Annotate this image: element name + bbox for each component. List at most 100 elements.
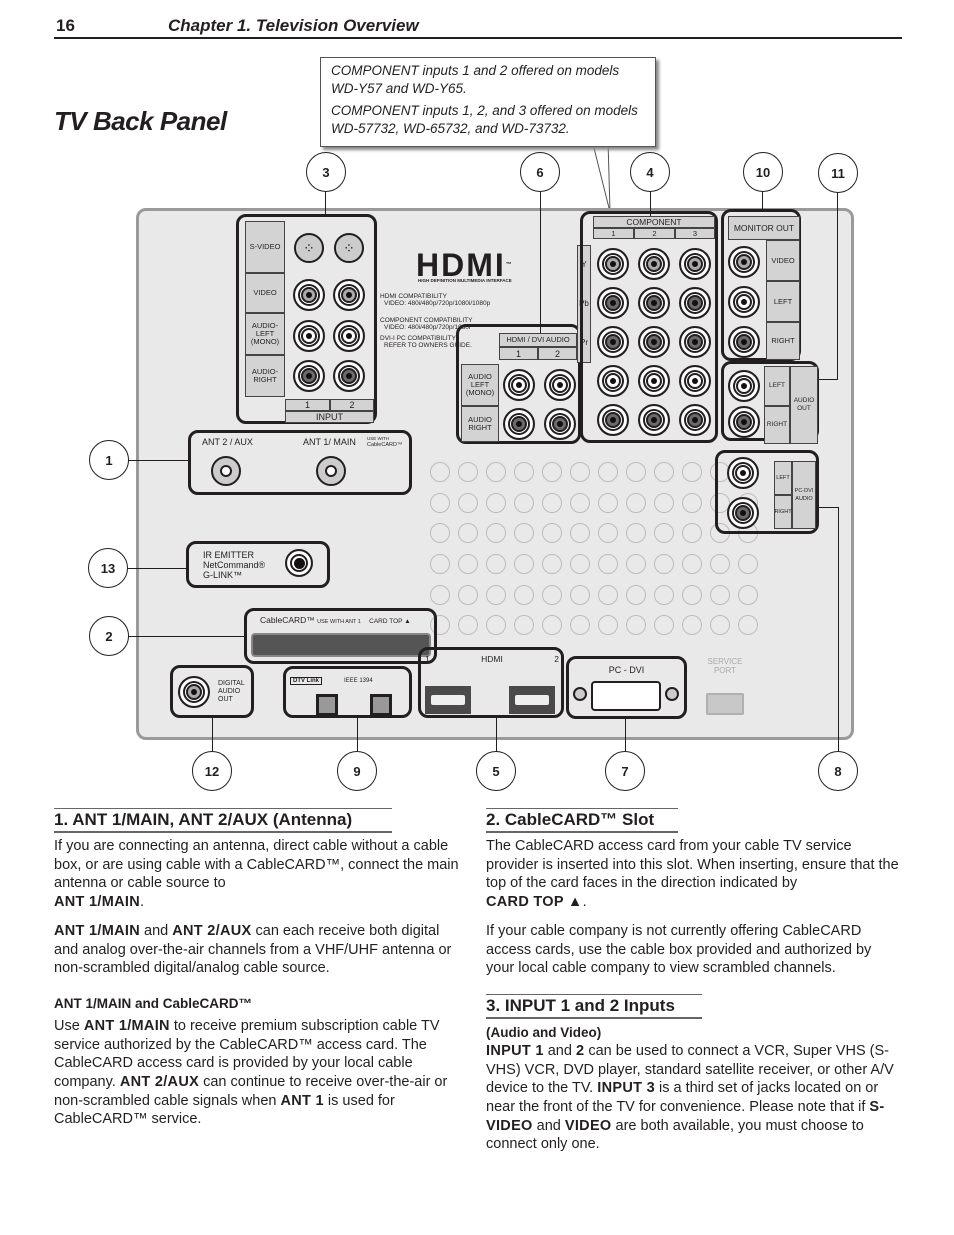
panel-title: TV Back Panel [54,106,227,136]
callout-5: 5 [476,751,516,791]
component-audio-right-jack-2[interactable] [638,404,670,436]
pc-dvi-audio-group: LEFT RIGHT PC-DVI AUDIO [715,450,819,534]
section-1-paragraph-2: ANT 1/MAIN and ANT 2/AUX can each receiv… [54,922,466,978]
hdmi-dvi-audio-left-jack-1[interactable] [503,369,535,401]
vent-hole [570,462,590,482]
vent-hole [598,492,618,513]
section-2-heading: 2. CableCARD™ Slot [486,808,678,833]
ir-emitter-jack[interactable] [285,549,313,577]
component-audio-left-jack-1[interactable] [597,365,629,397]
callout-12: 12 [192,751,232,791]
label-s-video: S-VIDEO [245,221,285,273]
leader-6 [540,190,541,345]
monitor-out-right-jack[interactable] [728,326,760,358]
hdmi-port-1[interactable] [425,686,471,714]
card-top-label: CARD TOP ▲ [369,618,411,625]
monitor-out-title: MONITOR OUT [728,216,800,240]
vent-hole [570,492,590,513]
audio-right-jack-1[interactable] [293,360,325,392]
hdmi-dvi-audio-left-label: AUDIO LEFT (MONO) [461,364,499,406]
s-video-jack-2[interactable] [334,233,364,263]
ant2-aux-connector[interactable] [211,456,241,486]
pc-dvi-port[interactable] [591,681,661,711]
antenna-group: ANT 2 / AUX ANT 1/ MAIN USE WITH CableCA… [188,430,412,495]
section-1-paragraph-3: Use ANT 1/MAIN to receive premium subscr… [54,1017,466,1129]
component-audio-right-jack-3[interactable] [679,404,711,436]
monitor-out-video-jack[interactable] [728,246,760,278]
vent-hole [626,584,646,605]
hdmi-dvi-audio-group: HDMI / DVI AUDIO 1 2 AUDIO LEFT (MONO) A… [456,324,581,444]
hdmi-port-1-number: 1 [425,654,430,664]
leader-8-v [838,507,839,752]
pc-dvi-audio-left-jack[interactable] [727,457,759,489]
audio-out-left-jack[interactable] [728,370,760,402]
leader-13 [128,568,188,569]
cablecard-label: CableCARD™ [260,615,315,625]
component-pr-jack-1[interactable] [597,326,629,358]
ant1-main-label: ANT 1/ MAIN [303,437,356,447]
component-pr-jack-3[interactable] [679,326,711,358]
component-audio-left-jack-3[interactable] [679,365,711,397]
audio-left-jack-2[interactable] [333,320,365,352]
hdmi-dvi-audio-right-jack-2[interactable] [544,408,576,440]
audio-out-right-jack[interactable] [728,406,760,438]
hdmi-dvi-audio-right-jack-1[interactable] [503,408,535,440]
s2-p1-bold: CARD TOP ▲ [486,894,583,911]
component-pr-jack-2[interactable] [638,326,670,358]
g-link-label: G-LINK™ [203,570,243,580]
component-audio-left-jack-2[interactable] [638,365,670,397]
input-footer-label: INPUT [285,411,374,423]
s2-p1-text: The CableCARD access card from your cabl… [486,838,899,892]
component-y-jack-3[interactable] [679,248,711,280]
pc-dvi-group: PC - DVI [566,656,687,719]
audio-left-jack-1[interactable] [293,320,325,352]
hdmi-port-2-number: 2 [554,654,559,664]
component-y-jack-1[interactable] [597,248,629,280]
pc-dvi-audio-right-jack[interactable] [727,497,759,529]
vent-hole [738,615,758,636]
monitor-out-left-jack[interactable] [728,286,760,318]
monitor-out-video-label: VIDEO [766,240,800,281]
hdmi-dvi-audio-left-jack-2[interactable] [544,369,576,401]
ieee-1394-port-2[interactable] [370,694,392,716]
callout-7: 7 [605,751,645,791]
vent-hole [570,584,590,605]
ant1-main-connector[interactable] [316,456,346,486]
vent-hole [514,523,534,544]
vent-hole [458,553,478,574]
audio-out-left-label: LEFT [764,366,790,406]
component-audio-right-jack-1[interactable] [597,404,629,436]
vent-hole [738,584,758,605]
input-col-2: 2 [330,399,374,411]
vent-hole [654,553,674,574]
component-pb-jack-1[interactable] [597,287,629,319]
input-jack-group: S-VIDEO VIDEO AUDIO- LEFT (MONO) AUDIO- … [236,214,377,424]
s3-t1: and [543,1042,576,1059]
vent-hole [486,615,506,636]
service-port[interactable] [706,693,744,715]
label-video: VIDEO [245,273,285,313]
section-3-subheading: (Audio and Video) [486,1024,602,1040]
s-video-jack-1[interactable] [294,233,324,263]
vent-hole [514,584,534,605]
audio-out-title: AUDIO OUT [790,366,818,444]
audio-right-jack-2[interactable] [333,360,365,392]
vent-hole [430,523,450,544]
leader-11-v [837,190,838,380]
digital-audio-out-jack[interactable] [178,676,210,708]
vent-hole [626,492,646,513]
component-pb-jack-2[interactable] [638,287,670,319]
vent-hole [682,584,702,605]
video-jack-1[interactable] [293,279,325,311]
video-jack-2[interactable] [333,279,365,311]
cablecard-slot[interactable] [251,633,431,657]
callout-9: 9 [337,751,377,791]
component-pb-jack-3[interactable] [679,287,711,319]
leader-9 [357,718,358,752]
vent-hole [738,553,758,574]
hdmi-port-2[interactable] [509,686,555,714]
ant1-cablecard-label: CableCARD™ [367,442,403,448]
component-y-jack-2[interactable] [638,248,670,280]
vent-hole [598,523,618,544]
ieee-1394-port-1[interactable] [316,694,338,716]
